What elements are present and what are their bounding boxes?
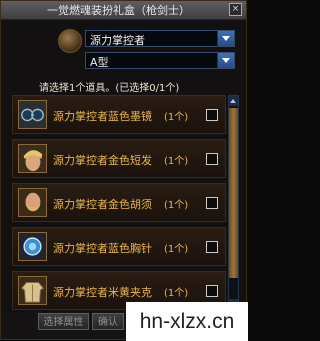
confirm-button[interactable]: 确认 — [92, 313, 124, 330]
gift-box-icon — [58, 29, 82, 53]
item-checkbox[interactable] — [206, 241, 218, 253]
item-checkbox[interactable] — [206, 197, 218, 209]
scroll-thumb[interactable] — [229, 108, 238, 278]
item-quantity: (1个) — [164, 288, 189, 299]
item-quantity: (1个) — [164, 156, 189, 167]
close-button[interactable]: × — [229, 3, 242, 16]
selection-prompt: 请选择1个道具。(已选择0/1个) — [39, 83, 180, 94]
item-quantity: (1个) — [164, 244, 189, 255]
dialog-title: 一觉燃魂装扮礼盒（枪剑士） — [47, 4, 190, 17]
item-list: 源力掌控者蓝色墨镜 (1个) 源力掌控者金色短发 (1个) 源力掌控者金色胡须 … — [12, 95, 226, 310]
item-name: 源力掌控者蓝色胸针 — [53, 242, 152, 255]
set-type-value: 源力掌控者 — [90, 34, 145, 47]
list-item[interactable]: 源力掌控者蓝色胸针 (1个) — [12, 227, 226, 266]
goggles-icon — [18, 100, 47, 129]
item-name: 源力掌控者金色短发 — [53, 154, 152, 167]
beard-icon — [18, 188, 47, 217]
item-name: 源力掌控者蓝色墨镜 — [53, 110, 152, 123]
item-checkbox[interactable] — [206, 285, 218, 297]
scroll-up-icon[interactable] — [229, 96, 238, 106]
variant-select[interactable]: A型 — [85, 52, 235, 69]
watermark-label: hn-xlzx.cn — [126, 302, 248, 341]
item-list-scrollbar[interactable] — [228, 95, 239, 310]
item-quantity: (1个) — [164, 200, 189, 211]
item-name: 源力掌控者米黄夹克 — [53, 286, 152, 299]
select-attribute-button[interactable]: 选择属性 — [38, 313, 89, 330]
item-name: 源力掌控者金色胡须 — [53, 198, 152, 211]
item-checkbox[interactable] — [206, 153, 218, 165]
chevron-down-icon[interactable] — [217, 31, 234, 46]
item-checkbox[interactable] — [206, 109, 218, 121]
short-hair-icon — [18, 144, 47, 173]
jacket-icon — [18, 276, 47, 305]
title-bar[interactable]: 一觉燃魂装扮礼盒（枪剑士） × — [1, 1, 246, 20]
list-item[interactable]: 源力掌控者金色短发 (1个) — [12, 139, 226, 178]
list-item[interactable]: 源力掌控者蓝色墨镜 (1个) — [12, 95, 226, 134]
list-item[interactable]: 源力掌控者金色胡须 (1个) — [12, 183, 226, 222]
item-quantity: (1个) — [164, 112, 189, 123]
chevron-down-icon[interactable] — [217, 53, 234, 68]
variant-value: A型 — [90, 56, 109, 69]
gift-box-dialog: 一觉燃魂装扮礼盒（枪剑士） × 源力掌控者 A型 请选择1个道具。(已选择0/1… — [0, 0, 248, 341]
set-type-select[interactable]: 源力掌控者 — [85, 30, 235, 47]
brooch-icon — [18, 232, 47, 261]
